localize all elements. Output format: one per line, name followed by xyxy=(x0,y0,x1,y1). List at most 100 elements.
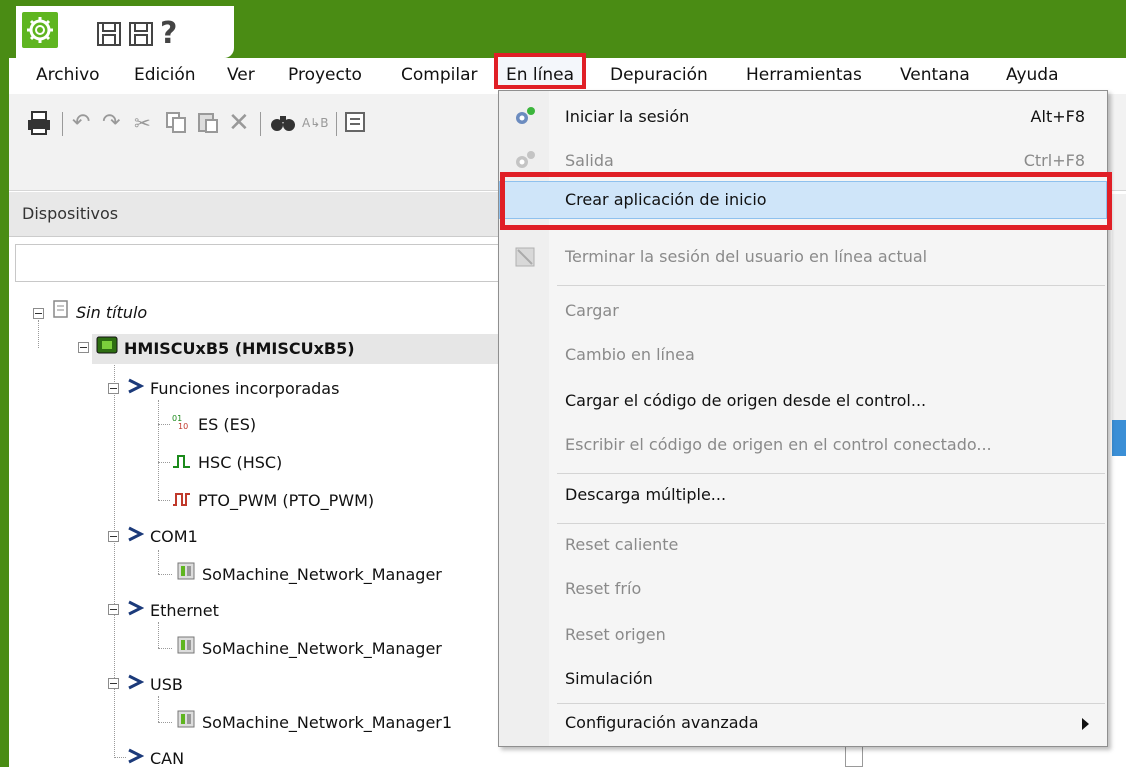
tree-item-es[interactable]: 01 10 ES (ES) xyxy=(172,410,256,440)
menu-item-cargar[interactable]: Cargar xyxy=(499,293,1107,329)
tree-item-network-manager[interactable]: SoMachine_Network_Manager xyxy=(176,560,442,590)
paste-icon[interactable] xyxy=(196,110,224,136)
menu-en-linea[interactable]: En línea xyxy=(494,53,587,89)
menu-item-label: Descarga múltiple... xyxy=(565,485,727,504)
tree-item-network-manager[interactable]: SoMachine_Network_Manager xyxy=(176,634,442,664)
menu-item-label: Reset origen xyxy=(565,625,666,644)
tree-item-label: SoMachine_Network_Manager xyxy=(202,565,442,584)
menu-compilar[interactable]: Compilar xyxy=(401,62,477,88)
connector-icon xyxy=(126,597,145,627)
tree-expander[interactable] xyxy=(33,308,44,319)
pulse-icon xyxy=(172,449,192,479)
save-all-icon[interactable] xyxy=(128,20,154,48)
tree-item-label: ES (ES) xyxy=(198,415,257,434)
copy-icon[interactable] xyxy=(164,110,192,136)
tree-guide-line xyxy=(158,648,172,649)
menu-item-descarga-multiple[interactable]: Descarga múltiple... xyxy=(499,477,1107,513)
tree-item-label: COM1 xyxy=(150,527,198,546)
app-gear-icon[interactable] xyxy=(20,10,60,50)
pwm-icon xyxy=(172,487,192,517)
terminate-session-icon xyxy=(513,245,537,269)
project-file-icon xyxy=(52,299,70,329)
print-icon[interactable] xyxy=(26,110,54,136)
undo-icon[interactable]: ↶ xyxy=(72,110,100,136)
redo-icon[interactable]: ↷ xyxy=(102,110,130,136)
tree-item-label: PTO_PWM (PTO_PWM) xyxy=(198,491,375,510)
tree-guide-line xyxy=(158,550,159,574)
tree-guide-line xyxy=(158,400,159,500)
annotation-highlight-box xyxy=(500,172,1112,230)
tree-item-ethernet[interactable]: Ethernet xyxy=(126,596,219,626)
menu-item-label: Reset frío xyxy=(565,579,642,598)
tree-expander[interactable] xyxy=(78,342,89,353)
menu-edicion[interactable]: Edición xyxy=(134,62,196,88)
menu-item-label: Iniciar la sesión xyxy=(565,107,690,126)
menu-item-label: Reset caliente xyxy=(565,535,679,554)
tree-guide-line xyxy=(158,462,170,463)
menu-item-escribir-codigo[interactable]: Escribir el código de origen en el contr… xyxy=(499,427,1107,463)
menu-item-cambio-en-linea[interactable]: Cambio en línea xyxy=(499,337,1107,373)
devices-panel-title: Dispositivos xyxy=(22,204,119,223)
tree-item-label: HSC (HSC) xyxy=(198,453,283,472)
tree-item-label: SoMachine_Network_Manager xyxy=(202,639,442,658)
menu-herramientas[interactable]: Herramientas xyxy=(746,62,862,88)
io-icon: 01 10 xyxy=(172,411,192,441)
tree-expander[interactable] xyxy=(108,678,119,689)
connector-icon xyxy=(126,745,145,775)
tree-guide-line xyxy=(38,320,39,348)
tree-item-can[interactable]: CAN xyxy=(126,744,184,774)
menu-item-configuracion-avanzada[interactable]: Configuración avanzada xyxy=(499,705,1107,741)
tree-expander[interactable] xyxy=(108,531,119,542)
tree-item-label: Sin título xyxy=(76,303,148,322)
menu-item-reset-caliente[interactable]: Reset caliente xyxy=(499,527,1107,563)
menu-item-cargar-codigo[interactable]: Cargar el código de origen desde el cont… xyxy=(499,383,1107,419)
tree-item-funciones[interactable]: Funciones incorporadas xyxy=(126,374,339,404)
menu-item-reset-origen[interactable]: Reset origen xyxy=(499,617,1107,653)
menu-item-reset-frio[interactable]: Reset frío xyxy=(499,571,1107,607)
tree-item-label: HMISCUxB5 (HMISCUxB5) xyxy=(124,339,355,358)
tree-item-hsc[interactable]: HSC (HSC) xyxy=(172,448,282,478)
menu-item-label: Cargar xyxy=(565,301,619,320)
login-icon xyxy=(513,105,537,129)
menu-ventana[interactable]: Ventana xyxy=(900,62,970,88)
save-icon[interactable] xyxy=(96,20,122,48)
menu-depuracion[interactable]: Depuración xyxy=(610,62,708,88)
menu-ayuda[interactable]: Ayuda xyxy=(1006,62,1059,88)
menu-item-terminar-sesion[interactable]: Terminar la sesión del usuario en línea … xyxy=(499,239,1107,275)
connector-icon xyxy=(126,671,145,701)
menu-item-iniciar-sesion[interactable]: Iniciar la sesión Alt+F8 xyxy=(499,99,1107,135)
find-icon[interactable] xyxy=(270,110,298,136)
menu-item-shortcut: Alt+F8 xyxy=(1030,107,1085,126)
tree-expander[interactable] xyxy=(108,604,119,615)
tree-expander[interactable] xyxy=(108,383,119,394)
tree-guide-line xyxy=(158,424,170,425)
tree-item-pto-pwm[interactable]: PTO_PWM (PTO_PWM) xyxy=(172,486,374,516)
tree-item-com1[interactable]: COM1 xyxy=(126,522,198,552)
menu-item-label: Cambio en línea xyxy=(565,345,695,364)
toolbar-separator xyxy=(62,112,63,136)
replace-icon[interactable]: A↳B xyxy=(302,110,330,136)
tree-item-project[interactable]: Sin título xyxy=(52,298,147,328)
tree-item-network-manager[interactable]: SoMachine_Network_Manager1 xyxy=(176,708,498,738)
cut-icon[interactable]: ✂ xyxy=(134,110,162,136)
view-icon[interactable] xyxy=(344,110,372,136)
device-search-input[interactable] xyxy=(15,244,505,282)
tree-guide-line xyxy=(158,500,170,501)
menu-archivo[interactable]: Archivo xyxy=(36,62,100,88)
tree-item-controller[interactable]: HMISCUxB5 (HMISCUxB5) xyxy=(92,334,500,364)
toolbar-separator xyxy=(336,112,337,136)
tree-guide-line xyxy=(158,722,172,723)
right-panel-selection xyxy=(1112,420,1126,456)
device-module-icon xyxy=(176,635,196,665)
tree-guide-line xyxy=(114,757,126,758)
right-panel-edge xyxy=(1112,194,1126,454)
tree-item-usb[interactable]: USB xyxy=(126,670,183,700)
delete-icon[interactable]: ✕ xyxy=(228,110,256,136)
menu-proyecto[interactable]: Proyecto xyxy=(288,62,362,88)
menu-ver[interactable]: Ver xyxy=(227,62,255,88)
menu-item-simulacion[interactable]: Simulación xyxy=(499,661,1107,697)
connector-icon xyxy=(126,375,145,405)
tree-item-label: CAN xyxy=(150,749,185,768)
menu-separator xyxy=(557,285,1105,286)
help-icon[interactable]: ? xyxy=(160,19,186,49)
